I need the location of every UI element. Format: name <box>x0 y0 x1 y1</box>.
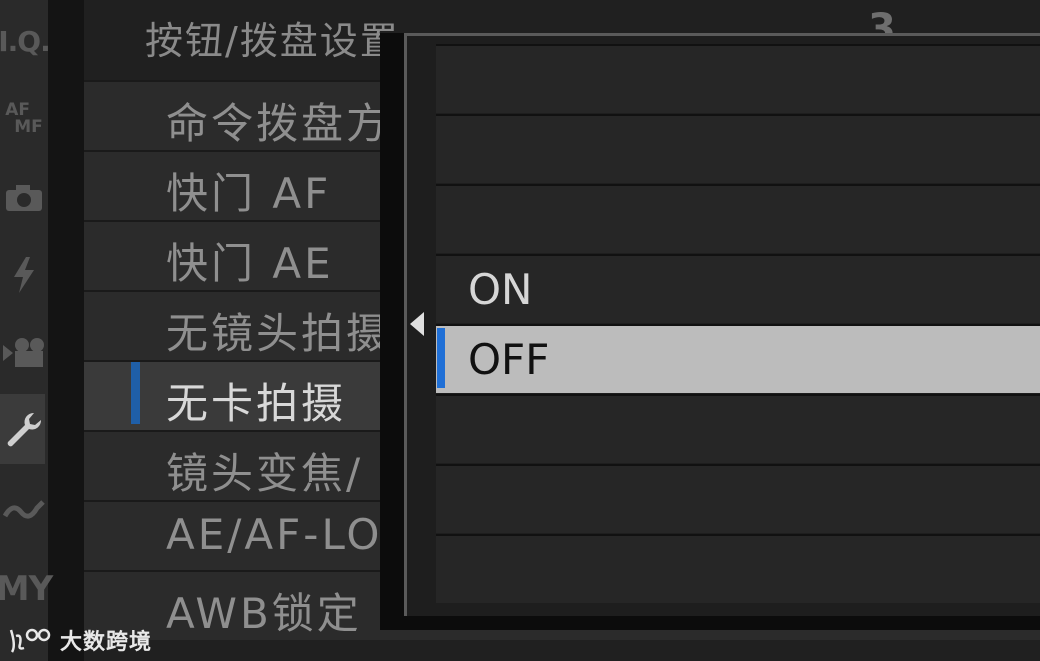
popup-selection-indicator <box>437 328 445 388</box>
popup-option[interactable] <box>436 464 1040 533</box>
menu-selection-indicator <box>131 362 140 424</box>
flash-icon <box>14 257 34 293</box>
left-arrow-icon[interactable] <box>410 312 424 336</box>
popup-option-off[interactable]: OFF <box>436 324 1040 393</box>
page-title: 按钮/拨盘设置 <box>145 19 400 63</box>
tab-movie[interactable] <box>0 318 48 388</box>
tab-setup[interactable] <box>0 394 45 464</box>
tab-connection[interactable] <box>0 476 48 546</box>
af-mf-icon: AF MF <box>5 100 43 137</box>
popup-option[interactable] <box>436 114 1040 183</box>
popup-option[interactable] <box>436 44 1040 113</box>
popup-option-on[interactable]: ON <box>436 254 1040 323</box>
tab-image-quality[interactable]: I.Q. <box>0 6 51 76</box>
video-icon <box>3 338 44 367</box>
tab-shooting[interactable] <box>0 162 48 232</box>
connection-icon <box>3 500 45 519</box>
tab-rail: I.Q. AF MF MY <box>0 0 53 661</box>
watermark: 大数跨境 <box>8 624 152 656</box>
watermark-text: 大数跨境 <box>60 630 153 655</box>
my-icon: MY <box>0 569 53 609</box>
popup-option[interactable] <box>436 394 1040 463</box>
wrench-icon <box>7 412 41 447</box>
tab-flash[interactable] <box>0 240 48 310</box>
popup-option[interactable] <box>436 184 1040 253</box>
tab-my-menu[interactable]: MY <box>0 554 53 624</box>
tab-focus[interactable]: AF MF <box>0 84 48 154</box>
watermark-logo-icon <box>9 628 51 653</box>
camera-icon <box>6 185 42 211</box>
iq-icon: I.Q. <box>0 24 51 58</box>
popup-option[interactable] <box>436 534 1040 603</box>
